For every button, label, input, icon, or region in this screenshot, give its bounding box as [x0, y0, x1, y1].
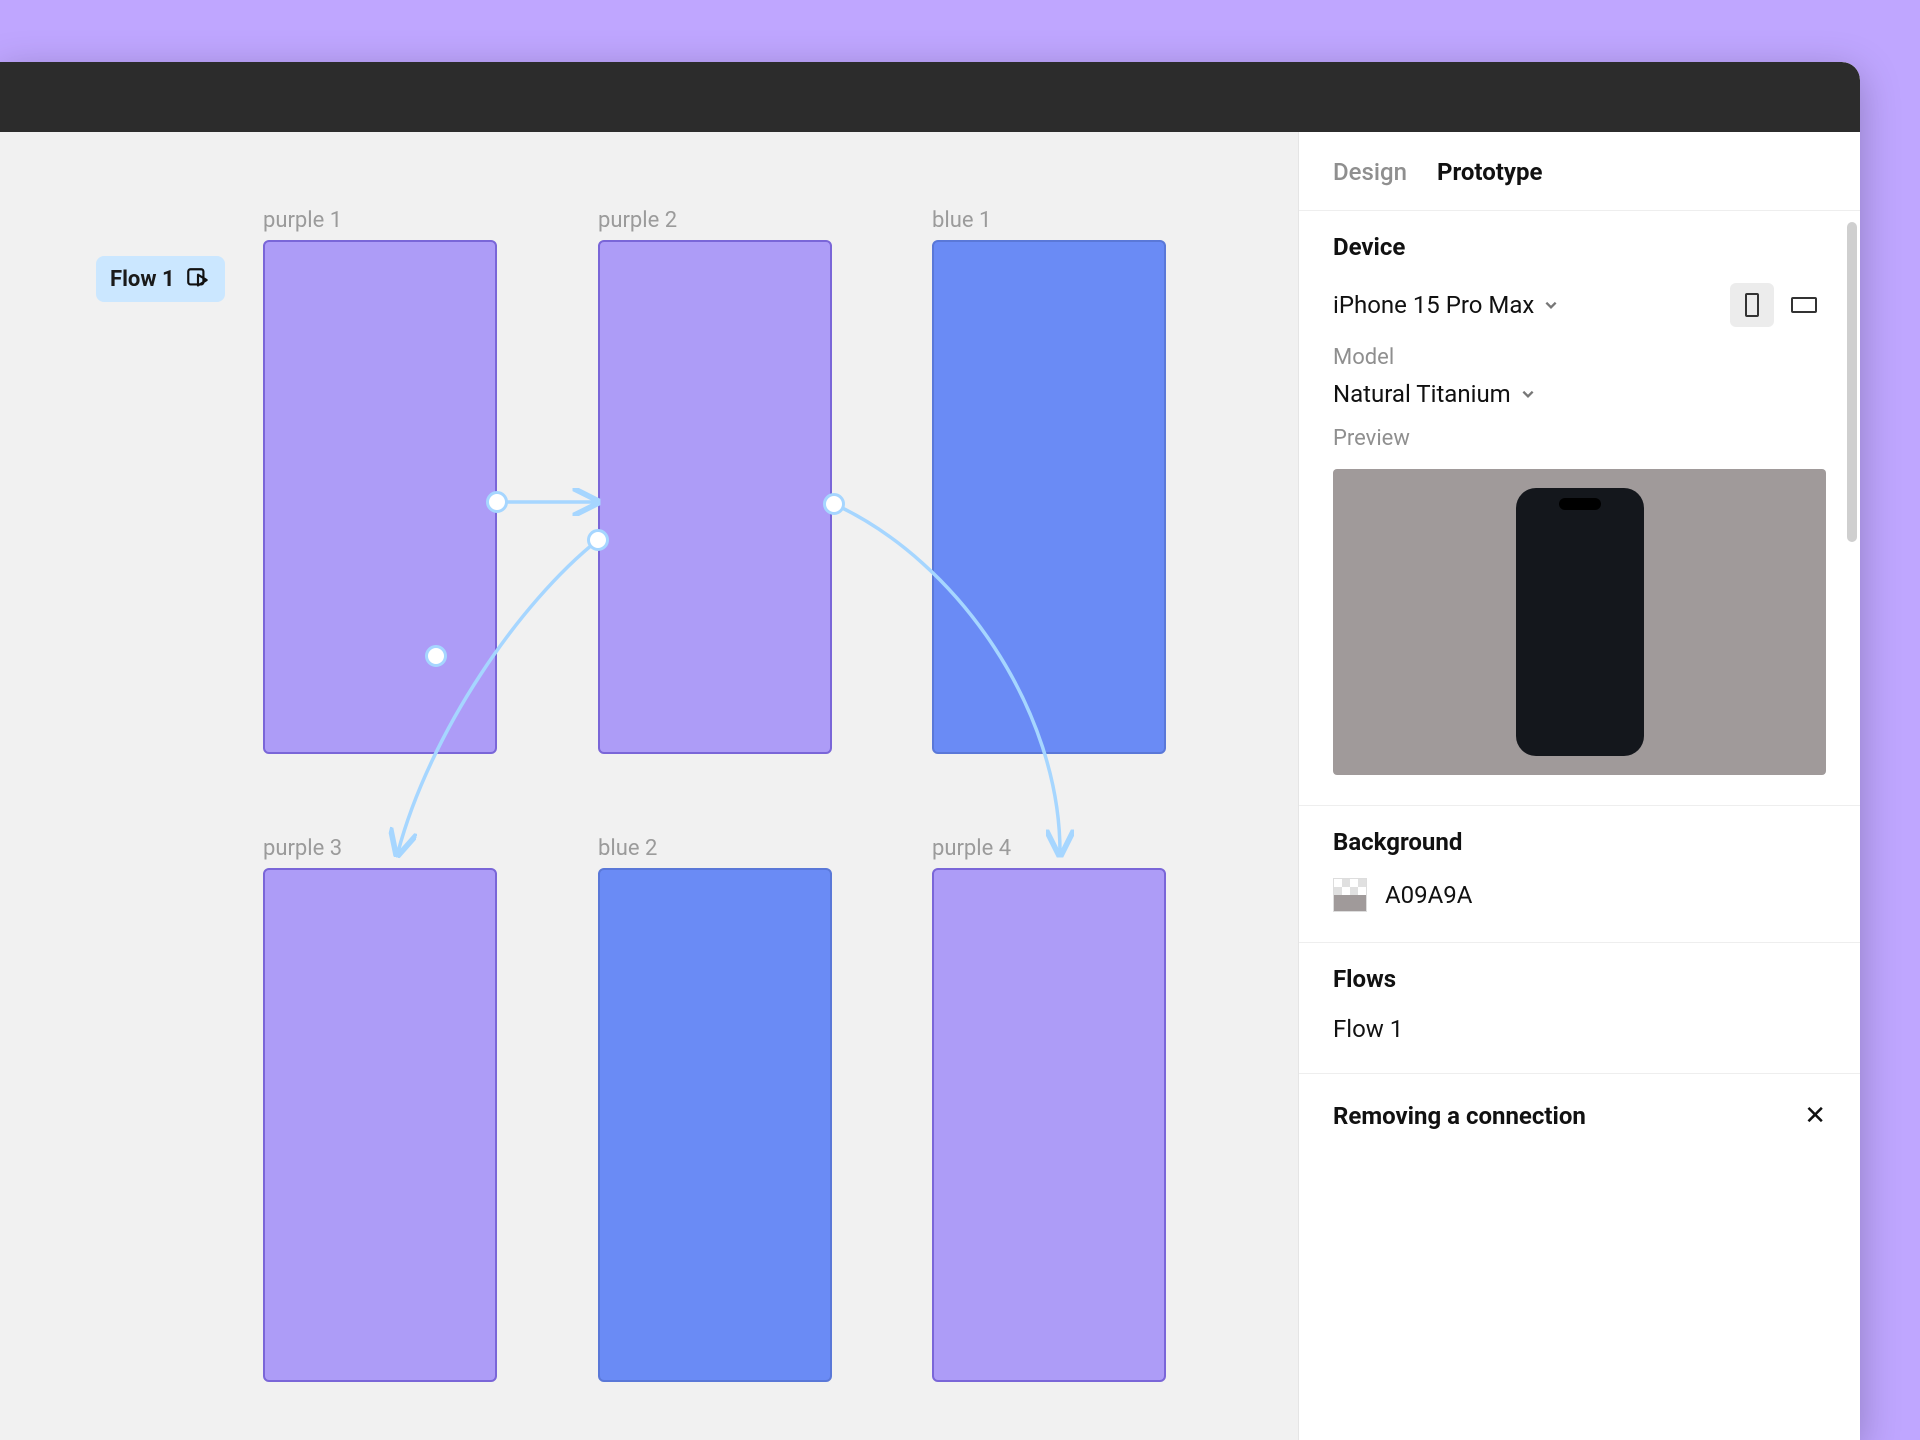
canvas[interactable]: Flow 1 purple 1 purple 2 blue 1 purple 3… [0, 132, 1298, 1440]
portrait-icon [1745, 293, 1759, 317]
background-section: Background A09A9A [1299, 805, 1860, 942]
frame-label[interactable]: purple 2 [598, 208, 677, 233]
frame-label[interactable]: blue 2 [598, 836, 657, 861]
device-preview [1333, 469, 1826, 775]
flows-section: Flows Flow 1 [1299, 942, 1860, 1073]
preview-label: Preview [1333, 426, 1826, 451]
frame-purple-1[interactable] [263, 240, 497, 754]
tip-title: Removing a connection [1333, 1102, 1586, 1130]
orientation-toggle [1730, 283, 1826, 327]
frame-label[interactable]: purple 4 [932, 836, 1011, 861]
background-section-title: Background [1333, 828, 1826, 856]
properties-panel: Design Prototype Device iPhone 15 Pro Ma… [1298, 132, 1860, 1440]
background-swatch[interactable] [1333, 878, 1367, 912]
frame-blue-1[interactable] [932, 240, 1166, 754]
frame-purple-4[interactable] [932, 868, 1166, 1382]
flow-play-icon [185, 266, 211, 292]
titlebar [0, 62, 1860, 132]
tab-design[interactable]: Design [1333, 158, 1407, 186]
flows-section-title: Flows [1333, 965, 1826, 993]
connection-handle[interactable] [587, 529, 609, 551]
tab-prototype[interactable]: Prototype [1437, 158, 1542, 186]
frame-blue-2[interactable] [598, 868, 832, 1382]
scrollbar-thumb[interactable] [1847, 222, 1857, 542]
chevron-down-icon [1544, 298, 1558, 312]
close-icon[interactable]: ✕ [1804, 1103, 1826, 1129]
background-value[interactable]: A09A9A [1385, 881, 1472, 909]
content: Flow 1 purple 1 purple 2 blue 1 purple 3… [0, 132, 1860, 1440]
connection-handle[interactable] [823, 493, 845, 515]
chevron-down-icon [1521, 387, 1535, 401]
panel-tabs: Design Prototype [1299, 132, 1860, 210]
frame-label[interactable]: purple 1 [263, 208, 342, 233]
flow-start-badge[interactable]: Flow 1 [96, 256, 225, 302]
connection-waypoint[interactable] [425, 645, 447, 667]
device-section: Device iPhone 15 Pro Max [1299, 210, 1860, 805]
model-select-value: Natural Titanium [1333, 380, 1511, 408]
app-window: Flow 1 purple 1 purple 2 blue 1 purple 3… [0, 62, 1860, 1440]
landscape-icon [1791, 297, 1817, 313]
frame-purple-3[interactable] [263, 868, 497, 1382]
device-select[interactable]: iPhone 15 Pro Max [1333, 291, 1558, 319]
frame-label[interactable]: blue 1 [932, 208, 991, 233]
device-preview-phone [1516, 488, 1644, 756]
tip-card: Removing a connection ✕ [1299, 1073, 1860, 1130]
flow-item[interactable]: Flow 1 [1333, 1015, 1826, 1043]
model-label: Model [1333, 345, 1826, 370]
model-select[interactable]: Natural Titanium [1333, 380, 1535, 408]
device-select-value: iPhone 15 Pro Max [1333, 291, 1534, 319]
flow-start-label: Flow 1 [110, 267, 175, 292]
orientation-portrait-button[interactable] [1730, 283, 1774, 327]
device-section-title: Device [1333, 233, 1826, 261]
orientation-landscape-button[interactable] [1782, 283, 1826, 327]
frame-label[interactable]: purple 3 [263, 836, 342, 861]
connection-handle[interactable] [486, 491, 508, 513]
frame-purple-2[interactable] [598, 240, 832, 754]
